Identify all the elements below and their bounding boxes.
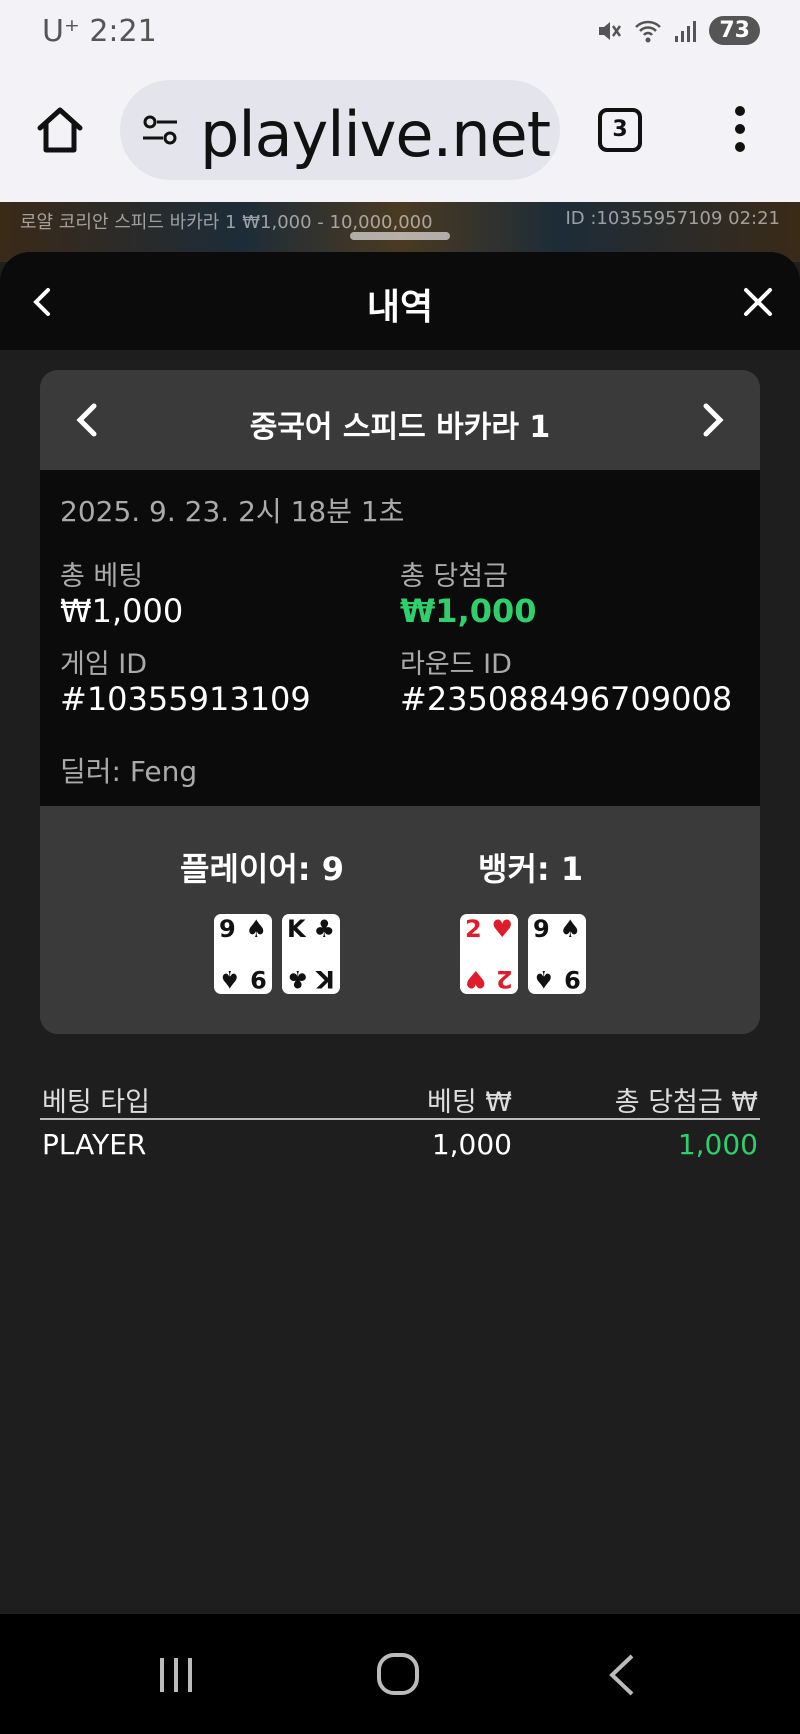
round-details: 2025. 9. 23. 2시 18분 1초 총 베팅 ₩1,000 총 당첨금… (40, 470, 760, 806)
site-settings-icon[interactable] (140, 110, 180, 150)
browser-toolbar: playlive.net 3 (0, 64, 800, 202)
round-id-value: #235088496709008 (400, 680, 733, 718)
total-bet-value: ₩1,000 (60, 592, 184, 630)
bet-amount-cell: 1,000 (431, 1128, 512, 1161)
sheet-drag-handle[interactable] (350, 232, 450, 240)
banker-score: 뱅커: 1 (478, 850, 584, 888)
sheet-title: 내역 (366, 287, 434, 328)
win-amount-cell: 1,000 (677, 1128, 758, 1161)
banker-card-1: 2 ♥ ♥ 2 (460, 914, 518, 994)
home-button-icon[interactable] (376, 1652, 420, 1696)
home-icon[interactable] (34, 104, 86, 156)
total-win-value: ₩1,000 (400, 592, 537, 630)
next-round-icon[interactable] (692, 400, 732, 440)
tabs-button[interactable]: 3 (598, 108, 642, 152)
round-navigator: 중국어 스피드 바카라 1 (40, 370, 760, 470)
wifi-icon (635, 20, 662, 42)
round-card: 중국어 스피드 바카라 1 2025. 9. 23. 2시 18분 1초 총 베… (40, 370, 760, 1034)
signal-icon (675, 20, 697, 42)
player-card-2: K ♣ ♣ K (282, 914, 340, 994)
back-button-icon[interactable] (606, 1652, 636, 1698)
battery-indicator: 73 (709, 16, 760, 45)
bet-table: 베팅 타입 베팅 ₩ 총 당첨금 ₩ PLAYER 1,000 1,000 (40, 1072, 760, 1168)
history-sheet: 내역 중국어 스피드 바카라 1 2025. 9. 23. 2시 18분 1초 … (0, 252, 800, 1614)
system-nav-bar (0, 1614, 800, 1734)
bet-table-header: 베팅 타입 베팅 ₩ 총 당첨금 ₩ (40, 1072, 760, 1120)
banker-card-2: 9 ♠ ♠ 9 (528, 914, 586, 994)
table-row: PLAYER 1,000 1,000 (40, 1120, 760, 1168)
table-info-text: 로얄 코리안 스피드 바카라 1 ₩1,000 - 10,000,000 (20, 212, 433, 233)
player-card-1: 9 ♠ ♠ 9 (214, 914, 272, 994)
session-id-text: ID :10355957109 02:21 (565, 208, 780, 229)
address-bar[interactable]: playlive.net (120, 80, 560, 180)
hands-panel: 플레이어: 9 뱅커: 1 9 ♠ ♠ 9 K ♣ ♣ K 2 ♥ ♥ 2 9 ♠ ♠ 9 (40, 806, 760, 1034)
sheet-header: 내역 (0, 252, 800, 350)
round-date: 2025. 9. 23. 2시 18분 1초 (60, 495, 405, 528)
game-id-value: #10355913109 (60, 680, 311, 718)
header-bet-amount: 베팅 ₩ (427, 1087, 512, 1118)
game-title: 중국어 스피드 바카라 1 (249, 410, 551, 445)
status-bar: U⁺ 2:21 73 (0, 0, 800, 64)
total-bet-label: 총 베팅 (60, 561, 144, 592)
more-menu-icon[interactable] (724, 106, 756, 156)
round-id-label: 라운드 ID (400, 649, 512, 680)
player-score: 플레이어: 9 (180, 850, 344, 888)
status-time: U⁺ 2:21 (42, 14, 157, 49)
total-win-label: 총 당첨금 (400, 561, 508, 592)
header-total-win: 총 당첨금 ₩ (614, 1087, 758, 1118)
dealer-name: 딜러: Feng (60, 755, 198, 788)
url-text: playlive.net (200, 98, 551, 171)
close-icon[interactable] (738, 282, 778, 322)
mute-icon (599, 21, 622, 40)
status-icons: 73 (595, 16, 760, 45)
recent-apps-icon[interactable] (156, 1654, 196, 1696)
game-id-label: 게임 ID (60, 649, 148, 680)
bet-type-cell: PLAYER (42, 1128, 147, 1161)
header-bet-type: 베팅 타입 (42, 1087, 150, 1118)
